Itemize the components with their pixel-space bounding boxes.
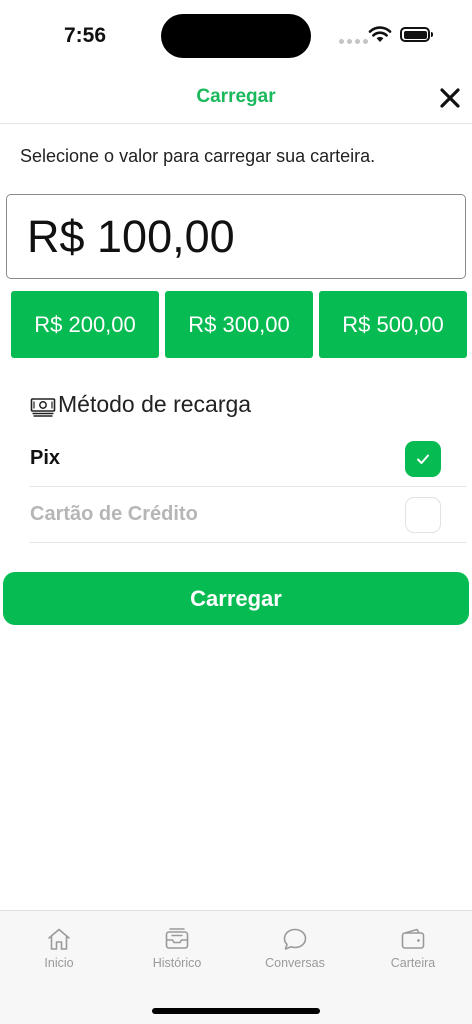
- dynamic-island: [161, 14, 311, 58]
- tab-carteira[interactable]: Carteira: [354, 927, 472, 970]
- wifi-icon: [368, 26, 392, 42]
- page-title: Carregar: [196, 86, 276, 107]
- quick-amount-500-button[interactable]: R$ 500,00: [319, 291, 467, 358]
- inbox-icon: [165, 928, 189, 949]
- wallet-icon: [401, 928, 425, 949]
- tab-conversas[interactable]: Conversas: [236, 927, 354, 970]
- tab-label-inicio: Inicio: [44, 956, 74, 970]
- quick-amount-300-button[interactable]: R$ 300,00: [165, 291, 313, 358]
- pix-checkbox[interactable]: [405, 440, 441, 477]
- modal-header: Carregar: [0, 72, 472, 124]
- method-title: Método de recarga: [58, 391, 252, 417]
- option-label-pix: Pix: [30, 447, 61, 469]
- home-indicator: [152, 1008, 320, 1014]
- tab-inicio[interactable]: Inicio: [0, 927, 118, 970]
- status-bar: 7:56: [0, 0, 472, 72]
- tab-bar: Inicio Histórico Conversas Carteira: [0, 910, 472, 1024]
- cellular-signal-icon: [339, 39, 368, 44]
- option-label-credit-card: Cartão de Crédito: [30, 503, 198, 525]
- close-button[interactable]: [436, 84, 464, 112]
- payment-option-pix[interactable]: Pix: [30, 431, 466, 487]
- money-icon: [30, 398, 56, 417]
- instruction-text: Selecione o valor para carregar sua cart…: [20, 146, 376, 166]
- quick-amount-options: R$ 200,00 R$ 300,00 R$ 500,00: [11, 291, 467, 358]
- submit-load-button[interactable]: Carregar: [3, 572, 469, 625]
- chat-icon: [283, 928, 307, 950]
- close-x-icon: [440, 88, 460, 108]
- battery-icon: [400, 27, 433, 42]
- tab-label-historico: Histórico: [152, 956, 202, 970]
- credit-card-checkbox[interactable]: [405, 496, 441, 533]
- home-icon: [48, 928, 70, 950]
- checkmark-icon: [417, 454, 429, 464]
- tab-label-carteira: Carteira: [390, 956, 436, 970]
- payment-option-credit-card[interactable]: Cartão de Crédito: [30, 487, 466, 543]
- tab-historico[interactable]: Histórico: [118, 927, 236, 970]
- tab-label-conversas: Conversas: [265, 956, 325, 970]
- quick-amount-200-button[interactable]: R$ 200,00: [11, 291, 159, 358]
- amount-input[interactable]: R$ 100,00: [6, 194, 466, 279]
- status-time: 7:56: [64, 24, 107, 47]
- payment-method-header: Método de recarga: [30, 391, 251, 418]
- amount-value: R$ 100,00: [27, 210, 235, 262]
